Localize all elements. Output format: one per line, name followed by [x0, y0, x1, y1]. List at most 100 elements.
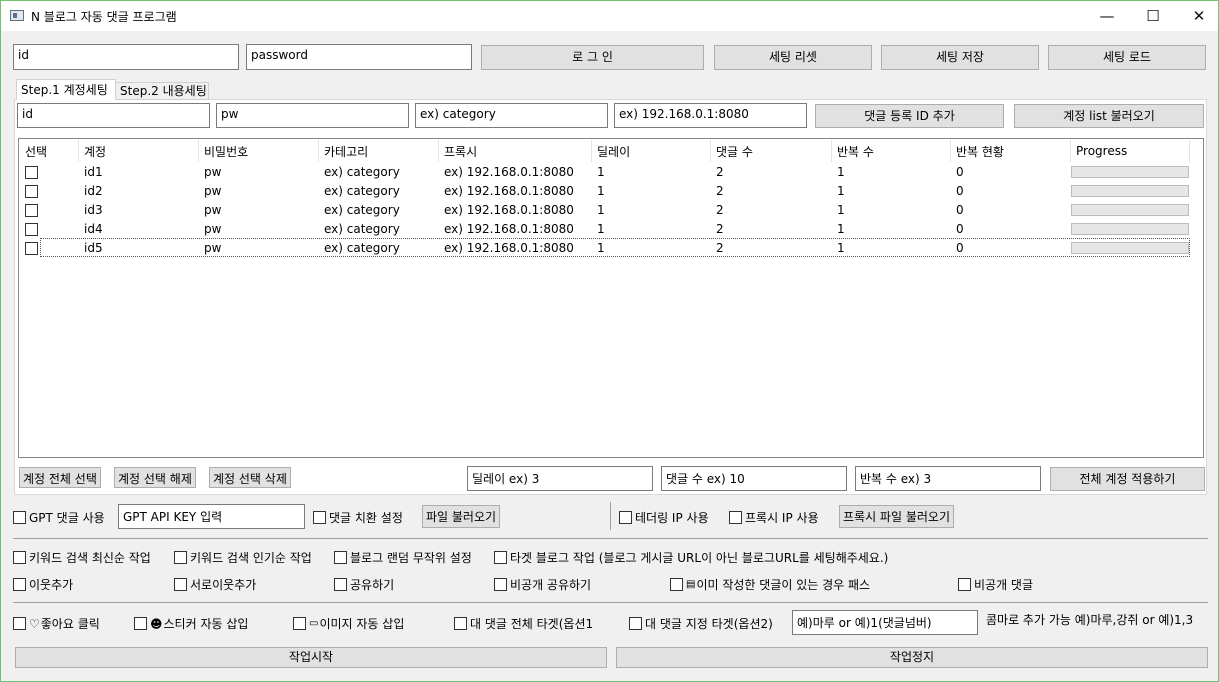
- column-divider[interactable]: [950, 140, 951, 162]
- keyword-recent-option[interactable]: 키워드 검색 최신순 작업: [13, 549, 151, 566]
- row-checkbox[interactable]: [25, 204, 38, 217]
- like-click-option[interactable]: ♡ 좋아요 클릭: [13, 615, 100, 632]
- reply-all-target-option[interactable]: 대 댓글 전체 타겟(옵션1: [454, 615, 593, 632]
- settings-reset-button[interactable]: 세팅 리셋: [714, 45, 872, 70]
- column-divider[interactable]: [78, 140, 79, 162]
- close-button[interactable]: ✕: [1176, 1, 1219, 31]
- share-option[interactable]: 공유하기: [334, 576, 394, 593]
- select-all-accounts-button[interactable]: 계정 전체 선택: [19, 467, 101, 488]
- private-share-option[interactable]: 비공개 공유하기: [494, 576, 591, 593]
- column-header-category[interactable]: 카테고리: [324, 143, 368, 160]
- proxy-ip-option[interactable]: 프록시 IP 사용: [729, 509, 819, 526]
- blog-random-checkbox[interactable]: [334, 551, 347, 564]
- tab-step1[interactable]: Step.1 계정세팅: [16, 79, 116, 100]
- tethering-ip-option[interactable]: 테더링 IP 사용: [619, 509, 709, 526]
- column-header-delay[interactable]: 딜레이: [597, 143, 630, 160]
- mutual-neighbor-option[interactable]: 서로이웃추가: [174, 576, 256, 593]
- settings-load-button[interactable]: 세팅 로드: [1048, 45, 1206, 70]
- private-share-label: 비공개 공유하기: [510, 578, 592, 592]
- private-comment-checkbox[interactable]: [958, 578, 971, 591]
- gpt-api-key-input[interactable]: GPT API KEY 입력: [118, 504, 305, 529]
- keyword-recent-checkbox[interactable]: [13, 551, 26, 564]
- sticker-checkbox[interactable]: [134, 617, 147, 630]
- reply-target-input[interactable]: 예)마루 or 예)1(댓글넘버): [792, 610, 978, 635]
- column-header-password[interactable]: 비밀번호: [204, 143, 248, 160]
- like-click-checkbox[interactable]: [13, 617, 26, 630]
- skip-commented-checkbox[interactable]: [670, 578, 683, 591]
- add-comment-id-button[interactable]: 댓글 등록 ID 추가: [815, 104, 1004, 128]
- share-checkbox[interactable]: [334, 578, 347, 591]
- column-header-account[interactable]: 계정: [84, 143, 106, 160]
- reply-specific-target-option[interactable]: 대 댓글 지정 타겟(옵션2): [629, 615, 773, 632]
- neighbor-add-option[interactable]: 이웃추가: [13, 576, 73, 593]
- column-divider[interactable]: [710, 140, 711, 162]
- delete-selected-accounts-button[interactable]: 계정 선택 삭제: [209, 467, 291, 488]
- load-account-list-button[interactable]: 계정 list 불러오기: [1014, 104, 1204, 128]
- column-divider[interactable]: [1189, 140, 1190, 162]
- keyword-popular-option[interactable]: 키워드 검색 인기순 작업: [174, 549, 312, 566]
- proxy-ip-checkbox[interactable]: [729, 511, 742, 524]
- maximize-button[interactable]: ☐: [1130, 1, 1176, 31]
- row-checkbox[interactable]: [25, 242, 38, 255]
- login-id-input[interactable]: id: [13, 44, 239, 70]
- minimize-button[interactable]: —: [1084, 1, 1130, 31]
- column-header-select[interactable]: 선택: [25, 143, 47, 160]
- comment-replace-checkbox[interactable]: [313, 511, 326, 524]
- login-button[interactable]: 로 그 인: [481, 45, 704, 70]
- private-comment-label: 비공개 댓글: [974, 578, 1034, 592]
- repeat-count-input[interactable]: 반복 수 ex) 3: [855, 466, 1041, 491]
- gpt-comment-option[interactable]: GPT 댓글 사용: [13, 509, 105, 526]
- image-insert-checkbox[interactable]: [293, 617, 306, 630]
- target-blog-checkbox[interactable]: [494, 551, 507, 564]
- private-comment-option[interactable]: 비공개 댓글: [958, 576, 1033, 593]
- blog-random-option[interactable]: 블로그 랜덤 무작위 설정: [334, 549, 472, 566]
- section-divider: [13, 538, 1208, 539]
- account-pw-input[interactable]: pw: [216, 103, 409, 128]
- tethering-ip-checkbox[interactable]: [619, 511, 632, 524]
- row-checkbox[interactable]: [25, 223, 38, 236]
- row-checkbox[interactable]: [25, 185, 38, 198]
- neighbor-add-checkbox[interactable]: [13, 578, 26, 591]
- column-divider[interactable]: [591, 140, 592, 162]
- column-divider[interactable]: [318, 140, 319, 162]
- comment-replace-option[interactable]: 댓글 치환 설정: [313, 509, 403, 526]
- private-share-checkbox[interactable]: [494, 578, 507, 591]
- comment-count-input[interactable]: 댓글 수 ex) 10: [661, 466, 847, 491]
- gpt-comment-checkbox[interactable]: [13, 511, 26, 524]
- column-header-repeat-count[interactable]: 반복 수: [837, 143, 874, 160]
- account-category-input[interactable]: ex) category: [415, 103, 608, 128]
- column-divider[interactable]: [438, 140, 439, 162]
- load-proxy-file-button[interactable]: 프록시 파일 불러오기: [839, 505, 954, 528]
- reply-all-target-checkbox[interactable]: [454, 617, 467, 630]
- account-list[interactable]: [18, 138, 1204, 458]
- sticker-option[interactable]: ☻ 스티커 자동 삽입: [134, 615, 248, 632]
- mutual-neighbor-checkbox[interactable]: [174, 578, 187, 591]
- neighbor-add-label: 이웃추가: [29, 578, 74, 592]
- cell-account: id2: [84, 184, 103, 198]
- reply-specific-target-checkbox[interactable]: [629, 617, 642, 630]
- column-header-repeat-status[interactable]: 반복 현황: [956, 143, 1004, 160]
- column-header-proxy[interactable]: 프록시: [444, 143, 477, 160]
- deselect-accounts-button[interactable]: 계정 선택 해제: [114, 467, 196, 488]
- start-work-button[interactable]: 작업시작: [15, 647, 607, 668]
- stop-work-button[interactable]: 작업정지: [616, 647, 1208, 668]
- account-id-input[interactable]: id: [17, 103, 210, 128]
- keyword-recent-label: 키워드 검색 최신순 작업: [29, 551, 151, 565]
- column-header-progress[interactable]: Progress: [1076, 144, 1127, 158]
- target-blog-option[interactable]: 타겟 블로그 작업 (블로그 게시글 URL이 아닌 블로그URL를 세팅해주세…: [494, 549, 888, 566]
- column-header-comment-count[interactable]: 댓글 수: [716, 143, 753, 160]
- skip-commented-option[interactable]: ▤ 이미 작성한 댓글이 있는 경우 패스: [670, 576, 870, 593]
- image-insert-option[interactable]: ▭ 이미지 자동 삽입: [293, 615, 404, 632]
- delay-input[interactable]: 딜레이 ex) 3: [467, 466, 653, 491]
- tab-step2[interactable]: Step.2 내용세팅: [115, 82, 209, 100]
- login-password-input[interactable]: password: [246, 44, 472, 70]
- column-divider[interactable]: [831, 140, 832, 162]
- column-divider[interactable]: [198, 140, 199, 162]
- settings-save-button[interactable]: 세팅 저장: [881, 45, 1039, 70]
- keyword-popular-checkbox[interactable]: [174, 551, 187, 564]
- column-divider[interactable]: [1070, 140, 1071, 162]
- load-file-button[interactable]: 파일 불러오기: [422, 505, 501, 528]
- row-checkbox[interactable]: [25, 166, 38, 179]
- account-proxy-input[interactable]: ex) 192.168.0.1:8080: [614, 103, 807, 128]
- apply-all-accounts-button[interactable]: 전체 계정 적용하기: [1050, 467, 1205, 491]
